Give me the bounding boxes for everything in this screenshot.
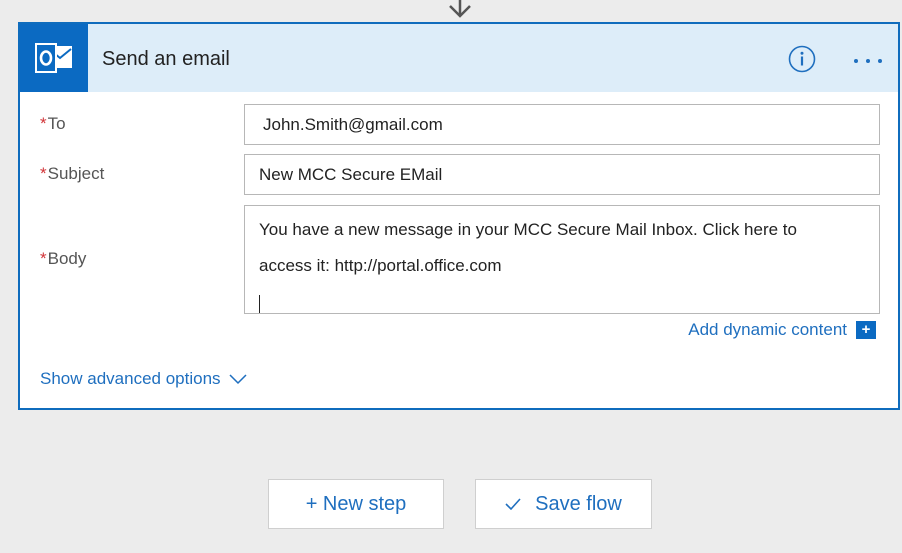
info-icon[interactable] — [788, 45, 816, 73]
plus-icon: + — [856, 321, 876, 339]
body-label: *Body — [40, 249, 86, 269]
action-title: Send an email — [102, 48, 230, 70]
subject-label-text: Subject — [47, 164, 105, 183]
subject-field[interactable]: New MCC Secure EMail — [244, 154, 880, 195]
more-options-icon[interactable] — [852, 58, 884, 64]
new-step-button[interactable]: + New step — [268, 479, 444, 529]
checkmark-icon — [505, 498, 521, 510]
outlook-icon — [20, 24, 88, 92]
show-advanced-options-link[interactable]: Show advanced options — [40, 369, 247, 389]
action-card-header[interactable]: Send an email — [20, 24, 898, 92]
chevron-down-icon — [229, 373, 247, 384]
show-advanced-options-label: Show advanced options — [40, 369, 221, 388]
text-caret — [259, 284, 865, 313]
add-dynamic-content-label: Add dynamic content — [688, 320, 847, 339]
to-field[interactable]: John.Smith@gmail.com — [244, 104, 880, 145]
body-label-text: Body — [47, 249, 87, 268]
body-line: access it: http://portal.office.com — [259, 256, 502, 275]
body-line: You have a new message in your MCC Secur… — [259, 220, 797, 239]
add-dynamic-content-link[interactable]: Add dynamic content + — [688, 320, 876, 340]
save-flow-button[interactable]: Save flow — [475, 479, 652, 529]
to-label-text: To — [47, 114, 66, 133]
new-step-label: + New step — [305, 492, 407, 515]
required-marker: * — [40, 164, 47, 183]
send-email-action-card: Send an email *To John.Smith@gmail.com *… — [18, 22, 900, 410]
connector-arrow-icon — [449, 0, 471, 18]
to-label: *To — [40, 114, 66, 134]
required-marker: * — [40, 249, 47, 268]
body-field[interactable]: You have a new message in your MCC Secur… — [244, 205, 880, 314]
required-marker: * — [40, 114, 47, 133]
subject-label: *Subject — [40, 164, 104, 184]
save-flow-label: Save flow — [535, 492, 622, 515]
